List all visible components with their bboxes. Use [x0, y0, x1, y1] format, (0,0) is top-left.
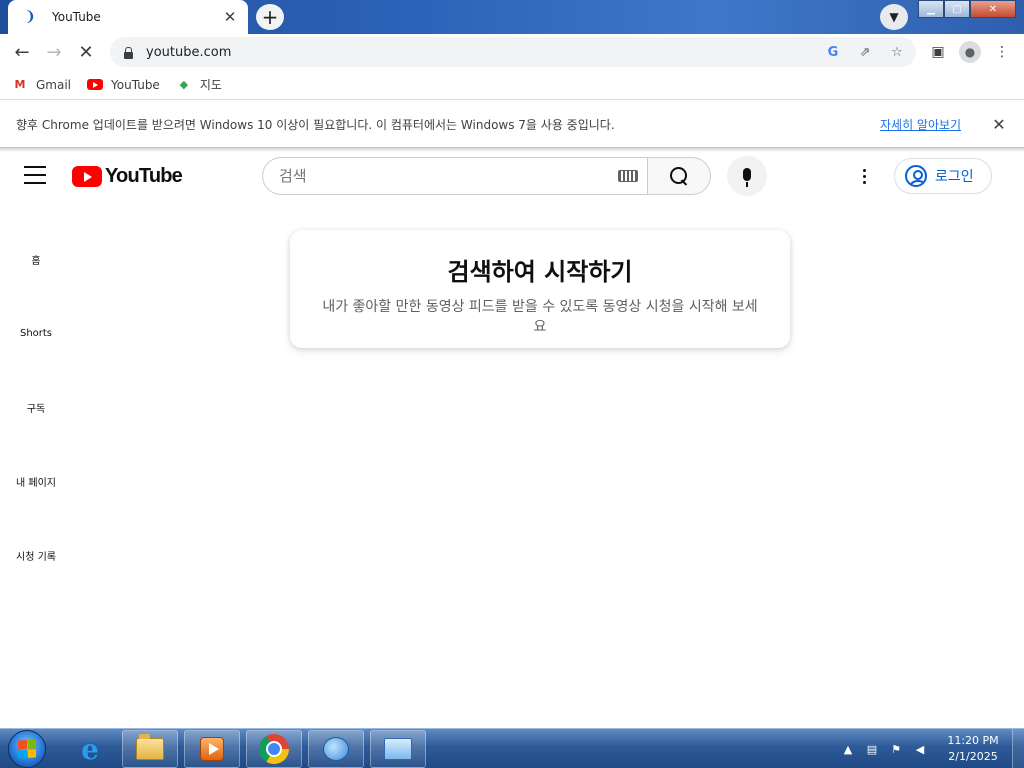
window-close-button[interactable]: ✕: [970, 0, 1016, 18]
window-controls: ▁ ▢ ✕: [918, 0, 1016, 20]
guide-item-shorts[interactable]: Shorts: [0, 296, 72, 370]
clock-date: 2/1/2025: [948, 750, 998, 763]
taskbar-network-app[interactable]: [308, 730, 364, 768]
network-globe-icon: [323, 737, 349, 761]
youtube-logo-text: YouTube: [105, 165, 183, 187]
close-tab-icon[interactable]: ✕: [222, 8, 238, 26]
microphone-icon: [743, 167, 751, 187]
taskbar-file-explorer[interactable]: [122, 730, 178, 768]
guide-item-history[interactable]: 시청 기록: [0, 518, 72, 592]
guide-label: 내 페이지: [16, 477, 56, 489]
minimize-button[interactable]: ▁: [918, 0, 944, 18]
bookmark-star-icon[interactable]: ☆: [886, 41, 908, 63]
network-icon[interactable]: ▤: [864, 741, 880, 757]
guide-item-subscriptions[interactable]: 구독: [0, 370, 72, 444]
browser-toolbar: ← → ✕ youtube.com G ⇗ ☆ ▣ ● ⋮: [0, 34, 1024, 70]
google-translate-icon[interactable]: G: [822, 41, 844, 63]
chrome-menu-icon[interactable]: ⋮: [988, 36, 1016, 68]
browser-tabstrip: ❩ YouTube ✕ + ▼ ▁ ▢ ✕: [0, 0, 1024, 34]
gmail-icon: M: [14, 78, 26, 91]
signin-button[interactable]: 로그인: [894, 158, 992, 194]
new-tab-button[interactable]: +: [256, 4, 284, 30]
guide-menu-icon[interactable]: [24, 166, 46, 184]
maximize-button[interactable]: ▢: [944, 0, 970, 18]
signin-label: 로그인: [935, 169, 974, 185]
bookmark-label: Gmail: [36, 77, 72, 92]
browser-tab-youtube[interactable]: ❩ YouTube ✕: [8, 0, 248, 34]
guide-item-you[interactable]: 내 페이지: [0, 444, 72, 518]
mini-guide: 홈 Shorts 구독 내 페이지 시청 기록: [0, 222, 72, 592]
bookmark-youtube[interactable]: YouTube: [87, 77, 160, 93]
start-button[interactable]: [8, 730, 46, 768]
taskbar-remote-app[interactable]: [370, 730, 426, 768]
infobar-close-icon[interactable]: ✕: [990, 115, 1008, 134]
internet-explorer-icon: e: [81, 732, 99, 766]
volume-muted-icon[interactable]: ◀: [912, 741, 928, 757]
guide-label: Shorts: [19, 327, 53, 339]
bookmark-maps[interactable]: ◆ 지도: [176, 76, 222, 93]
taskbar-media-player[interactable]: [184, 730, 240, 768]
system-tray: ▲ ▤ ⚑ ◀: [840, 729, 928, 768]
windows-logo-icon: [18, 739, 36, 759]
lock-icon[interactable]: [122, 45, 134, 59]
bookmark-label: YouTube: [111, 77, 160, 92]
guide-label: 구독: [26, 403, 46, 415]
search-icon: [670, 167, 688, 185]
clock-time: 11:20 PM: [947, 734, 999, 747]
stop-loading-icon[interactable]: ✕: [70, 36, 102, 68]
feed-nudge-body: 내가 좋아할 만한 동영상 피드를 받을 수 있도록 동영상 시청을 시작해 보…: [322, 299, 758, 335]
bookmarks-bar: M Gmail YouTube ◆ 지도: [0, 70, 1024, 100]
folder-icon: [136, 734, 164, 760]
chrome-icon: [259, 734, 289, 764]
youtube-play-logo-icon: [72, 166, 102, 187]
profile-button[interactable]: ●: [956, 36, 984, 68]
guide-label: 시청 기록: [16, 551, 56, 563]
guide-label: 홈: [31, 255, 41, 267]
media-player-icon: [200, 737, 224, 761]
desktop-screen: ❩ YouTube ✕ + ▼ ▁ ▢ ✕ ← → ✕ youtube.com …: [0, 0, 1024, 768]
update-infobar: 향후 Chrome 업데이트를 받으려면 Windows 10 이상이 필요합니…: [0, 102, 1024, 148]
keyboard-icon[interactable]: [618, 170, 638, 182]
feed-nudge-title: 검색하여 시작하기: [447, 258, 633, 286]
bookmark-label: 지도: [199, 78, 222, 92]
show-desktop-button[interactable]: [1012, 729, 1024, 768]
voice-search-button[interactable]: [727, 156, 767, 196]
search-button[interactable]: [647, 157, 711, 195]
taskbar-internet-explorer[interactable]: e: [62, 730, 118, 768]
feed-nudge-card: 검색하여 시작하기 내가 좋아할 만한 동영상 피드를 받을 수 있도록 동영상…: [290, 230, 790, 348]
taskbar-chrome[interactable]: [246, 730, 302, 768]
maps-icon: ◆: [179, 78, 189, 91]
learn-more-link[interactable]: 자세히 알아보기: [880, 116, 961, 133]
tab-title: YouTube: [52, 10, 101, 24]
address-bar[interactable]: youtube.com G ⇗ ☆: [110, 37, 916, 67]
share-icon[interactable]: ⇗: [854, 41, 876, 63]
guide-item-home[interactable]: 홈: [0, 222, 72, 296]
youtube-masthead: YouTube 로그인: [0, 152, 1024, 200]
side-panel-icon[interactable]: ▣: [924, 36, 952, 68]
account-circle-icon: [905, 165, 927, 187]
settings-more-icon[interactable]: [852, 164, 876, 188]
windows-taskbar: e ▲ ▤ ⚑ ◀ 11:20 PM 2/1/2025: [0, 728, 1024, 768]
tab-search-button[interactable]: ▼: [880, 4, 908, 30]
loading-spinner-icon: ❩: [24, 9, 36, 25]
forward-arrow-icon[interactable]: →: [38, 36, 70, 68]
youtube-icon: [87, 77, 104, 93]
infobar-message: 향후 Chrome 업데이트를 받으려면 Windows 10 이상이 필요합니…: [16, 118, 615, 132]
remote-desktop-icon: [384, 738, 412, 760]
url-text[interactable]: youtube.com: [146, 45, 231, 60]
bookmark-gmail[interactable]: M Gmail: [12, 77, 72, 93]
taskbar-clock[interactable]: 11:20 PM 2/1/2025: [940, 733, 1006, 765]
search-box[interactable]: [262, 157, 648, 195]
youtube-logo[interactable]: YouTube: [72, 165, 183, 188]
show-hidden-icons-icon[interactable]: ▲: [840, 741, 856, 757]
search-input[interactable]: [279, 167, 618, 185]
back-arrow-icon[interactable]: ←: [6, 36, 38, 68]
profile-avatar-icon: ●: [959, 41, 981, 63]
action-center-flag-icon[interactable]: ⚑: [888, 741, 904, 757]
